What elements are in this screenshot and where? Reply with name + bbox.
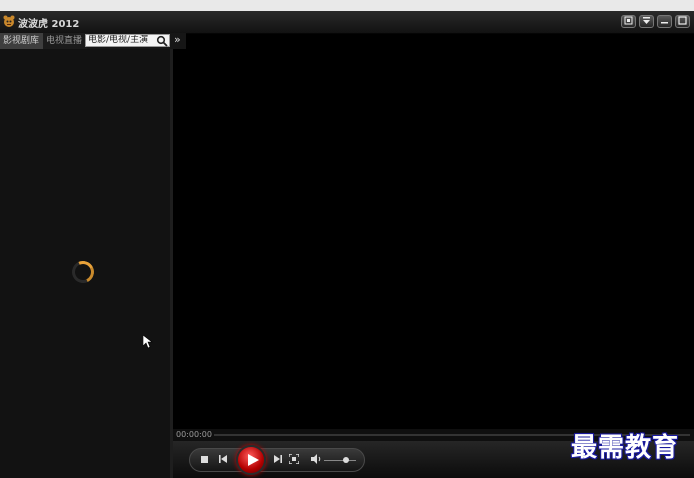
pin-button[interactable]	[621, 15, 636, 28]
title-bar[interactable]: 波波虎 2012	[0, 11, 694, 34]
top-strip	[0, 0, 694, 11]
previous-icon[interactable]	[218, 454, 228, 464]
maximize-button[interactable]	[675, 15, 690, 28]
tab-tv-live-label: 电视直播	[46, 36, 83, 46]
menu-button[interactable]	[639, 15, 654, 28]
stop-button[interactable]	[201, 456, 208, 463]
window-controls	[621, 15, 690, 28]
tab-tv-live[interactable]: 电视直播	[43, 33, 87, 49]
minimize-button[interactable]	[657, 15, 672, 28]
menu-icon	[643, 17, 650, 24]
mouse-cursor-icon	[143, 335, 153, 349]
volume-slider[interactable]	[324, 460, 356, 461]
play-icon	[248, 454, 259, 466]
play-button[interactable]	[236, 445, 266, 475]
tab-video-library[interactable]: 影视剧库	[0, 33, 44, 49]
maximize-icon	[678, 16, 687, 25]
timecode: 00:00:00	[176, 430, 212, 439]
app-logo-icon	[3, 15, 15, 27]
next-icon[interactable]	[273, 454, 283, 464]
fullscreen-icon[interactable]	[289, 454, 299, 464]
search-icon[interactable]	[156, 35, 168, 47]
expand-panel-icon[interactable]: »	[174, 33, 181, 47]
app-title: 波波虎 2012	[18, 19, 80, 30]
tab-video-library-label: 影视剧库	[3, 36, 40, 46]
watermark-text: 最需教育	[571, 433, 680, 463]
video-display[interactable]	[173, 49, 694, 429]
pin-icon	[624, 16, 633, 25]
minimize-icon	[661, 22, 668, 24]
volume-icon[interactable]	[311, 454, 322, 464]
